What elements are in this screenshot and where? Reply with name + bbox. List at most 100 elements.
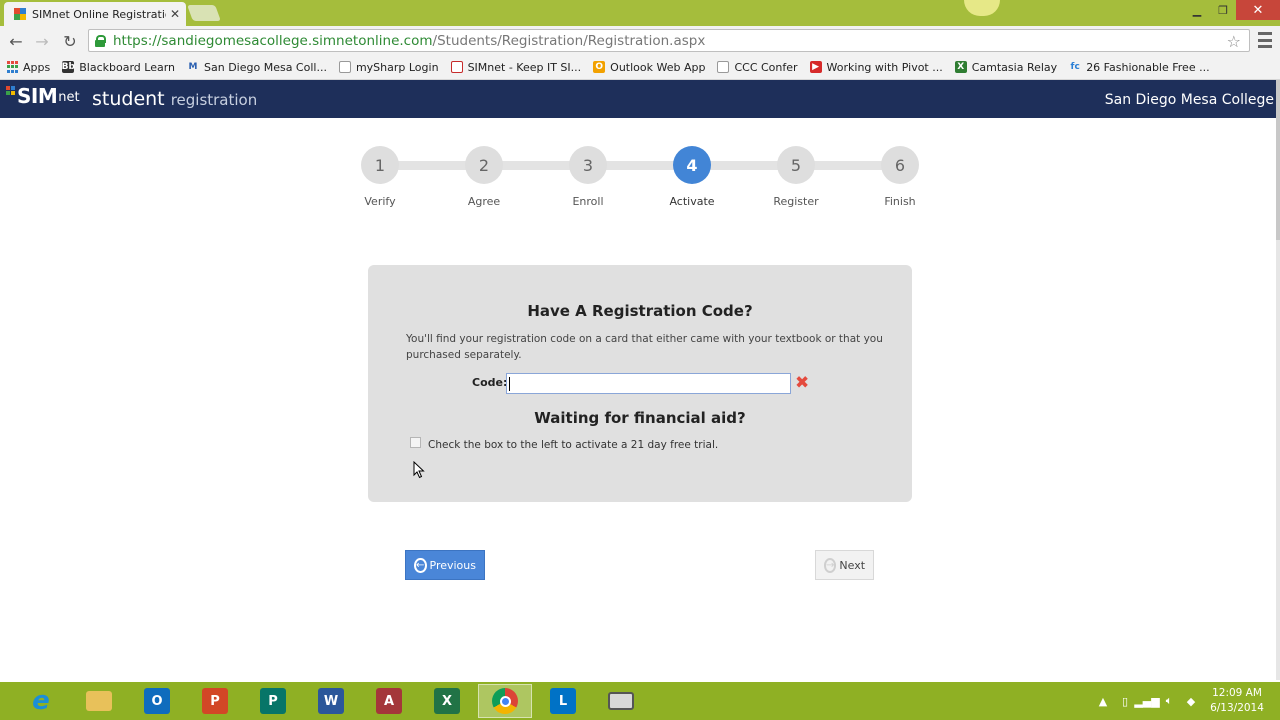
logo-net-text: net	[58, 90, 80, 105]
tab-close-icon[interactable]: ✕	[170, 7, 180, 21]
browser-tab-strip: SIMnet Online Registration ✕ ▁ ❐ ✕	[0, 0, 1280, 26]
bookmark-star-icon[interactable]: ☆	[1227, 32, 1241, 51]
page-icon	[717, 61, 730, 73]
bookmark-item[interactable]: fc 26 Fashionable Free ...	[1069, 60, 1210, 74]
registration-code-description: You'll find your registration code on a …	[406, 333, 883, 361]
bookmark-label: CCC Confer	[734, 60, 798, 74]
reload-icon[interactable]: ↻	[60, 31, 80, 51]
outlook-app-icon: O	[144, 688, 170, 714]
bookmark-item[interactable]: O Outlook Web App	[593, 61, 705, 74]
internet-explorer-icon: e	[32, 686, 50, 716]
mesa-m-icon: M	[188, 62, 198, 72]
page-icon	[338, 61, 351, 73]
window-controls: ▁ ❐ ✕	[1184, 0, 1280, 20]
bookmark-label: Working with Pivot ...	[826, 60, 943, 74]
financial-aid-heading: Waiting for financial aid?	[534, 409, 746, 427]
dropbox-icon[interactable]: ◆	[1180, 691, 1202, 711]
registration-code-panel: Have A Registration Code? You'll find yo…	[368, 265, 912, 502]
bookmark-label: Camtasia Relay	[971, 60, 1058, 74]
bookmark-item[interactable]: M San Diego Mesa Coll...	[187, 61, 327, 74]
app-title: student registration	[92, 88, 257, 110]
bookmark-item[interactable]: Bb Blackboard Learn	[62, 61, 175, 74]
free-trial-row: Check the box to the left to activate a …	[410, 437, 718, 451]
step-finish: 6 Finish	[870, 146, 930, 208]
logo-sim-text: SIM	[17, 84, 58, 108]
college-name: San Diego Mesa College	[1104, 92, 1274, 108]
outlook-icon: O	[593, 61, 606, 73]
clear-code-icon[interactable]: ✖	[795, 373, 809, 393]
access-icon: A	[376, 688, 402, 714]
restore-icon[interactable]: ❐	[1210, 0, 1236, 20]
step-number: 3	[569, 146, 607, 184]
chrome-icon	[492, 688, 518, 714]
previous-arrow-icon: ←	[414, 557, 427, 573]
mouse-cursor-icon	[413, 461, 425, 479]
system-tray: ▲ ▯ ▂▄▆ 🔈︎ ◆ 12:09 AM 6/13/2014	[1092, 682, 1280, 720]
registration-stepper: 1 Verify 2 Agree 3 Enroll 4 Activate 5 Register 6 F…	[360, 146, 920, 216]
step-number: 2	[465, 146, 503, 184]
step-activate: 4 Activate	[662, 146, 722, 208]
taskbar-item[interactable]: W	[304, 684, 358, 718]
volume-icon[interactable]: 🔈︎	[1158, 691, 1180, 711]
fc-icon: fc	[1070, 62, 1080, 72]
taskbar-item[interactable]: A	[362, 684, 416, 718]
file-explorer-icon	[86, 691, 112, 711]
step-label: Agree	[467, 195, 501, 208]
taskbar-item[interactable]: e	[14, 684, 68, 718]
bookmarks-bar: Apps Bb Blackboard Learn M San Diego Mesa Co…	[0, 55, 1280, 80]
bookmark-item[interactable]: SIMnet - Keep IT SI...	[450, 61, 581, 74]
taskbar-item[interactable]: P	[188, 684, 242, 718]
bookmark-item[interactable]: ▶ Working with Pivot ...	[809, 60, 943, 74]
browser-tab[interactable]: SIMnet Online Registration ✕	[4, 2, 186, 26]
step-number: 6	[881, 146, 919, 184]
address-bar[interactable]: https://sandiegomesacollege.simnetonline…	[88, 29, 1250, 52]
new-tab-button[interactable]	[187, 5, 221, 21]
taskbar-clock[interactable]: 12:09 AM 6/13/2014	[1202, 686, 1272, 716]
tray-expand-icon[interactable]: ▲	[1092, 691, 1114, 711]
registration-code-input[interactable]	[506, 373, 791, 394]
bookmark-label: San Diego Mesa Coll...	[204, 60, 327, 74]
logo-squares-icon	[6, 86, 16, 96]
minimize-icon[interactable]: ▁	[1184, 0, 1210, 20]
tray-device-icon[interactable]: ▯	[1114, 691, 1136, 711]
simnet-favicon-icon	[14, 8, 26, 20]
taskbar-item[interactable]: O	[130, 684, 184, 718]
word-icon: W	[318, 688, 344, 714]
taskbar-item[interactable]	[72, 684, 126, 718]
bookmark-label: Apps	[23, 60, 51, 74]
bookmark-label: 26 Fashionable Free ...	[1086, 60, 1210, 74]
previous-button[interactable]: ← Previous	[405, 550, 485, 580]
step-number: 1	[361, 146, 399, 184]
bookmark-item[interactable]: mySharp Login	[338, 61, 439, 74]
youtube-icon: ▶	[809, 61, 822, 73]
bookmark-label: Blackboard Learn	[79, 60, 176, 74]
taskbar-item[interactable]	[594, 684, 648, 718]
simnet-logo[interactable]: SIM net	[6, 86, 80, 106]
previous-label: Previous	[429, 558, 477, 572]
bookmark-item[interactable]: Apps	[6, 61, 50, 74]
taskbar-item[interactable]: X	[420, 684, 474, 718]
clock-date: 6/13/2014	[1210, 702, 1264, 714]
blackboard-icon: Bb	[61, 61, 75, 73]
clock-time: 12:09 AM	[1212, 687, 1262, 699]
chrome-menu-icon[interactable]	[1258, 32, 1272, 48]
bookmark-item[interactable]: CCC Confer	[717, 60, 798, 74]
window-close-icon[interactable]: ✕	[1236, 0, 1280, 20]
app-header: SIM net student registration San Diego M…	[0, 80, 1276, 118]
taskbar-item[interactable]	[478, 684, 532, 718]
text-caret	[509, 377, 510, 391]
camtasia-recorder-icon	[608, 692, 634, 710]
forward-arrow-icon[interactable]: →	[32, 31, 52, 51]
step-label: Verify	[364, 195, 396, 208]
free-trial-checkbox[interactable]	[410, 437, 421, 448]
network-signal-icon[interactable]: ▂▄▆	[1134, 691, 1159, 711]
publisher-icon: P	[260, 688, 286, 714]
taskbar-item[interactable]: P	[246, 684, 300, 718]
bookmark-item[interactable]: X Camtasia Relay	[954, 60, 1058, 74]
tab-title: SIMnet Online Registration	[32, 7, 166, 21]
taskbar-item[interactable]: L	[536, 684, 590, 718]
back-arrow-icon[interactable]: ←	[6, 31, 26, 51]
next-button[interactable]: → Next	[815, 550, 874, 580]
page-scrollbar[interactable]	[1276, 80, 1280, 680]
window-glow-decoration	[964, 0, 1000, 16]
